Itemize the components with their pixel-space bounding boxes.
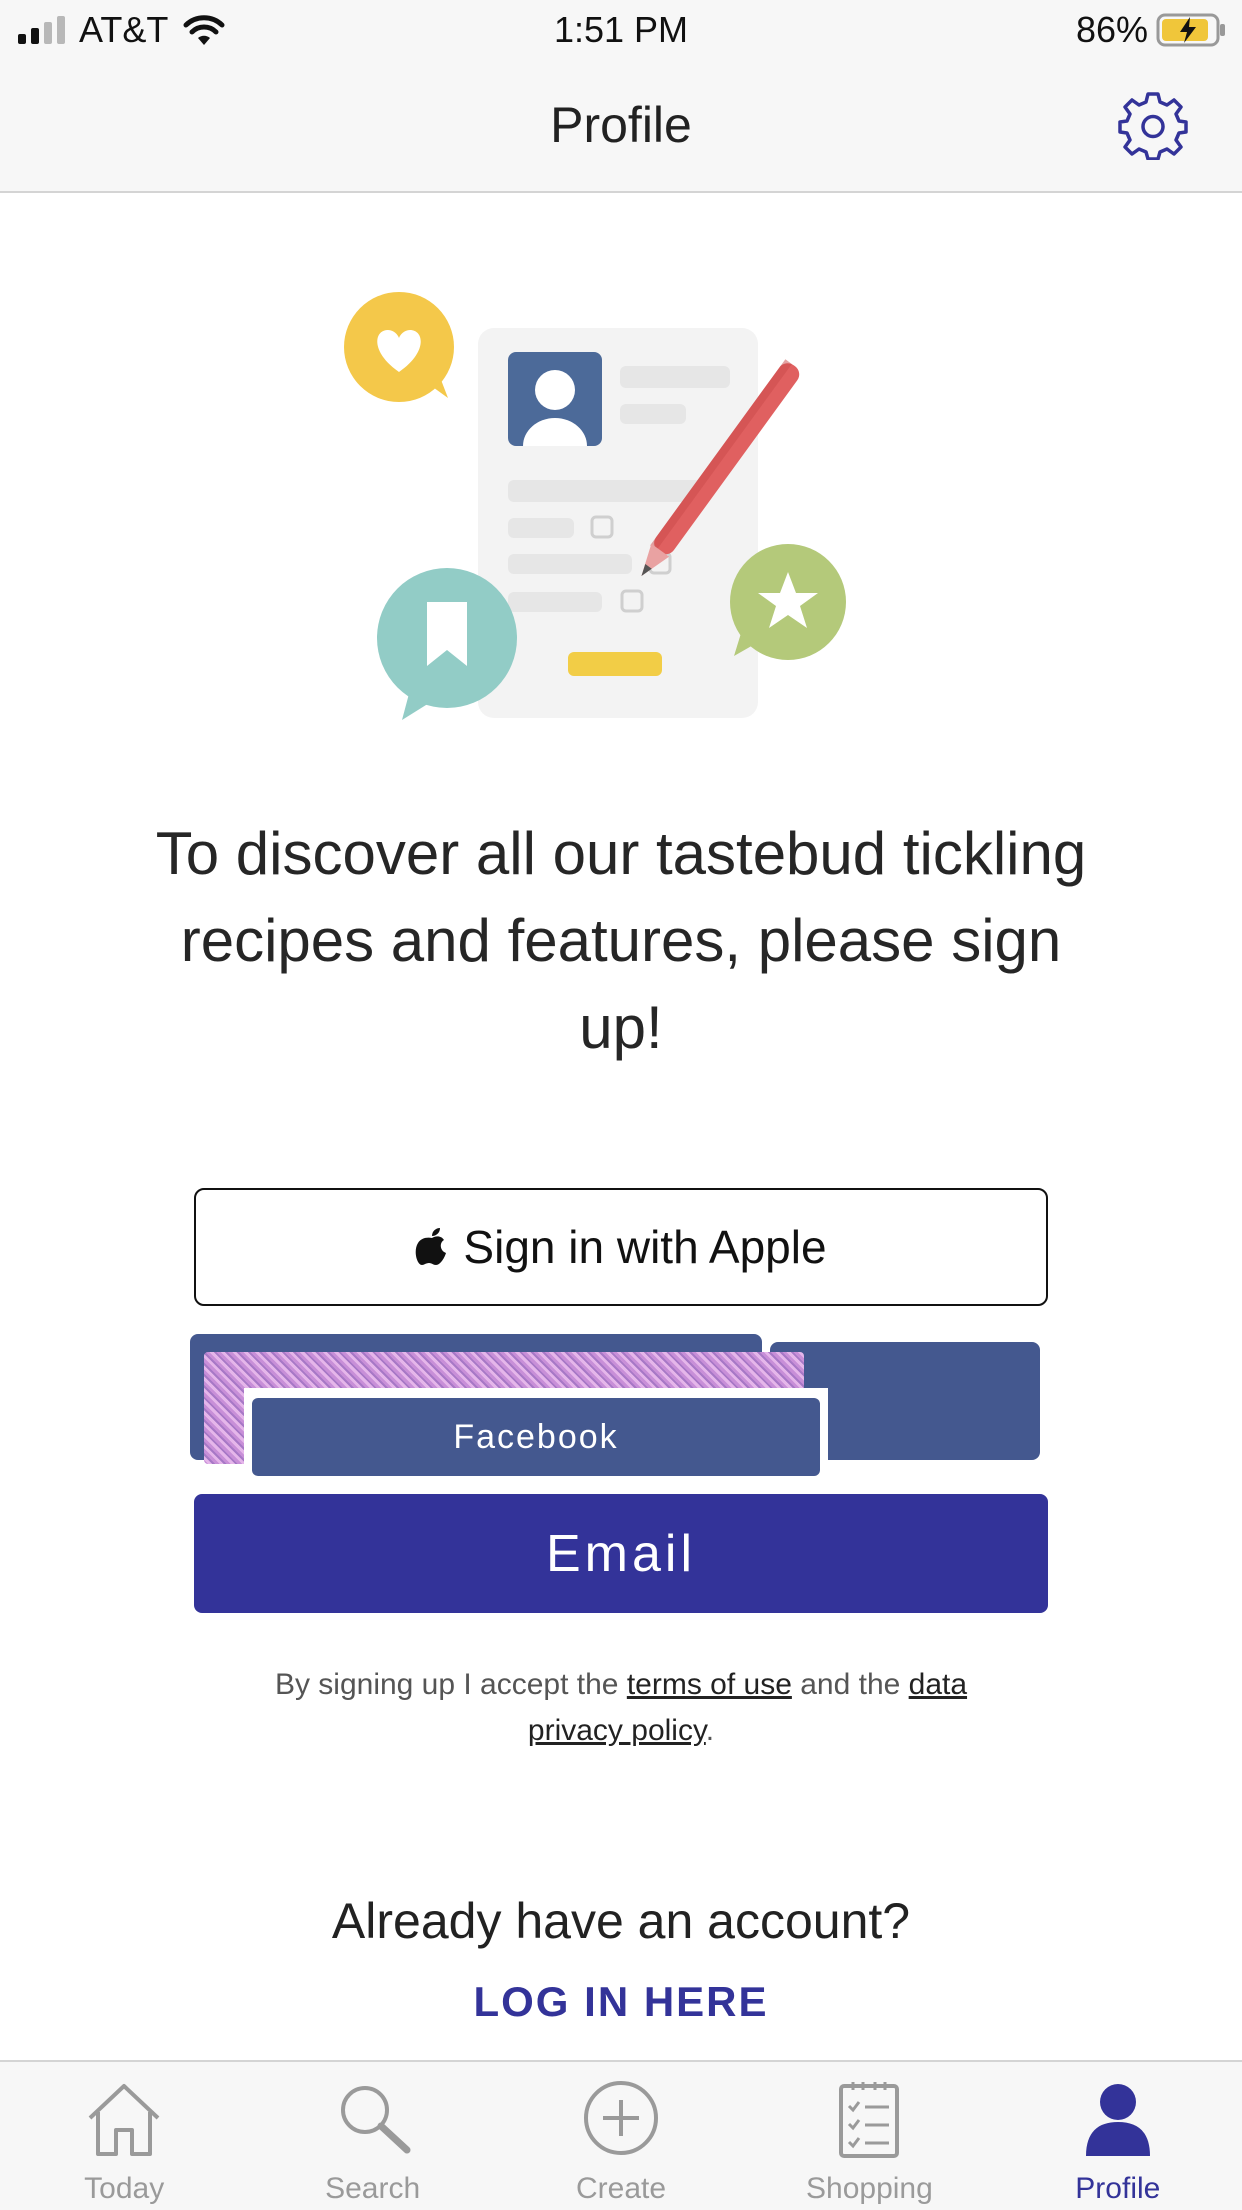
tab-today[interactable]: Today: [0, 2062, 248, 2210]
gear-icon: [1118, 92, 1188, 161]
status-time: 1:51 PM: [553, 9, 689, 50]
battery-charging-icon: [1156, 13, 1225, 47]
tab-bar: Today Search Create Shopping Profile: [0, 2060, 1242, 2210]
page-title: Profile: [550, 97, 692, 153]
home-icon: [88, 2084, 160, 2156]
facebook-button[interactable]: Facebook: [252, 1398, 820, 1476]
terms-text: By signing up I accept the terms of use …: [274, 1668, 968, 1747]
sign-in-apple-button[interactable]: Sign in with Apple: [194, 1188, 1048, 1306]
person-icon: [1085, 2084, 1150, 2156]
tab-create[interactable]: Create: [497, 2062, 745, 2210]
checklist-icon: [839, 2082, 900, 2158]
settings-button[interactable]: [1118, 90, 1188, 161]
already-account-text: Already have an account?: [331, 1893, 911, 1949]
search-icon: [340, 2086, 411, 2154]
tab-search[interactable]: Search: [248, 2062, 496, 2210]
apple-button-label: Sign in with Apple: [463, 1221, 827, 1273]
nav-header: Profile: [0, 60, 1242, 193]
login-link[interactable]: LOG IN HERE: [0, 1978, 1242, 2026]
email-signup-button[interactable]: Email: [194, 1494, 1048, 1613]
tab-shopping[interactable]: Shopping: [745, 2062, 993, 2210]
status-bar: AT&T 1:51 PM 86%: [0, 0, 1242, 60]
terms-of-use-link[interactable]: terms of use: [627, 1668, 792, 1701]
profile-illustration: [344, 292, 846, 720]
plus-circle-icon: [584, 2081, 659, 2155]
tab-profile[interactable]: Profile: [994, 2062, 1242, 2210]
signup-headline: To discover all our tastebud tickling re…: [155, 820, 1087, 1061]
battery-percent: 86%: [1075, 9, 1148, 50]
apple-icon: [416, 1228, 447, 1265]
